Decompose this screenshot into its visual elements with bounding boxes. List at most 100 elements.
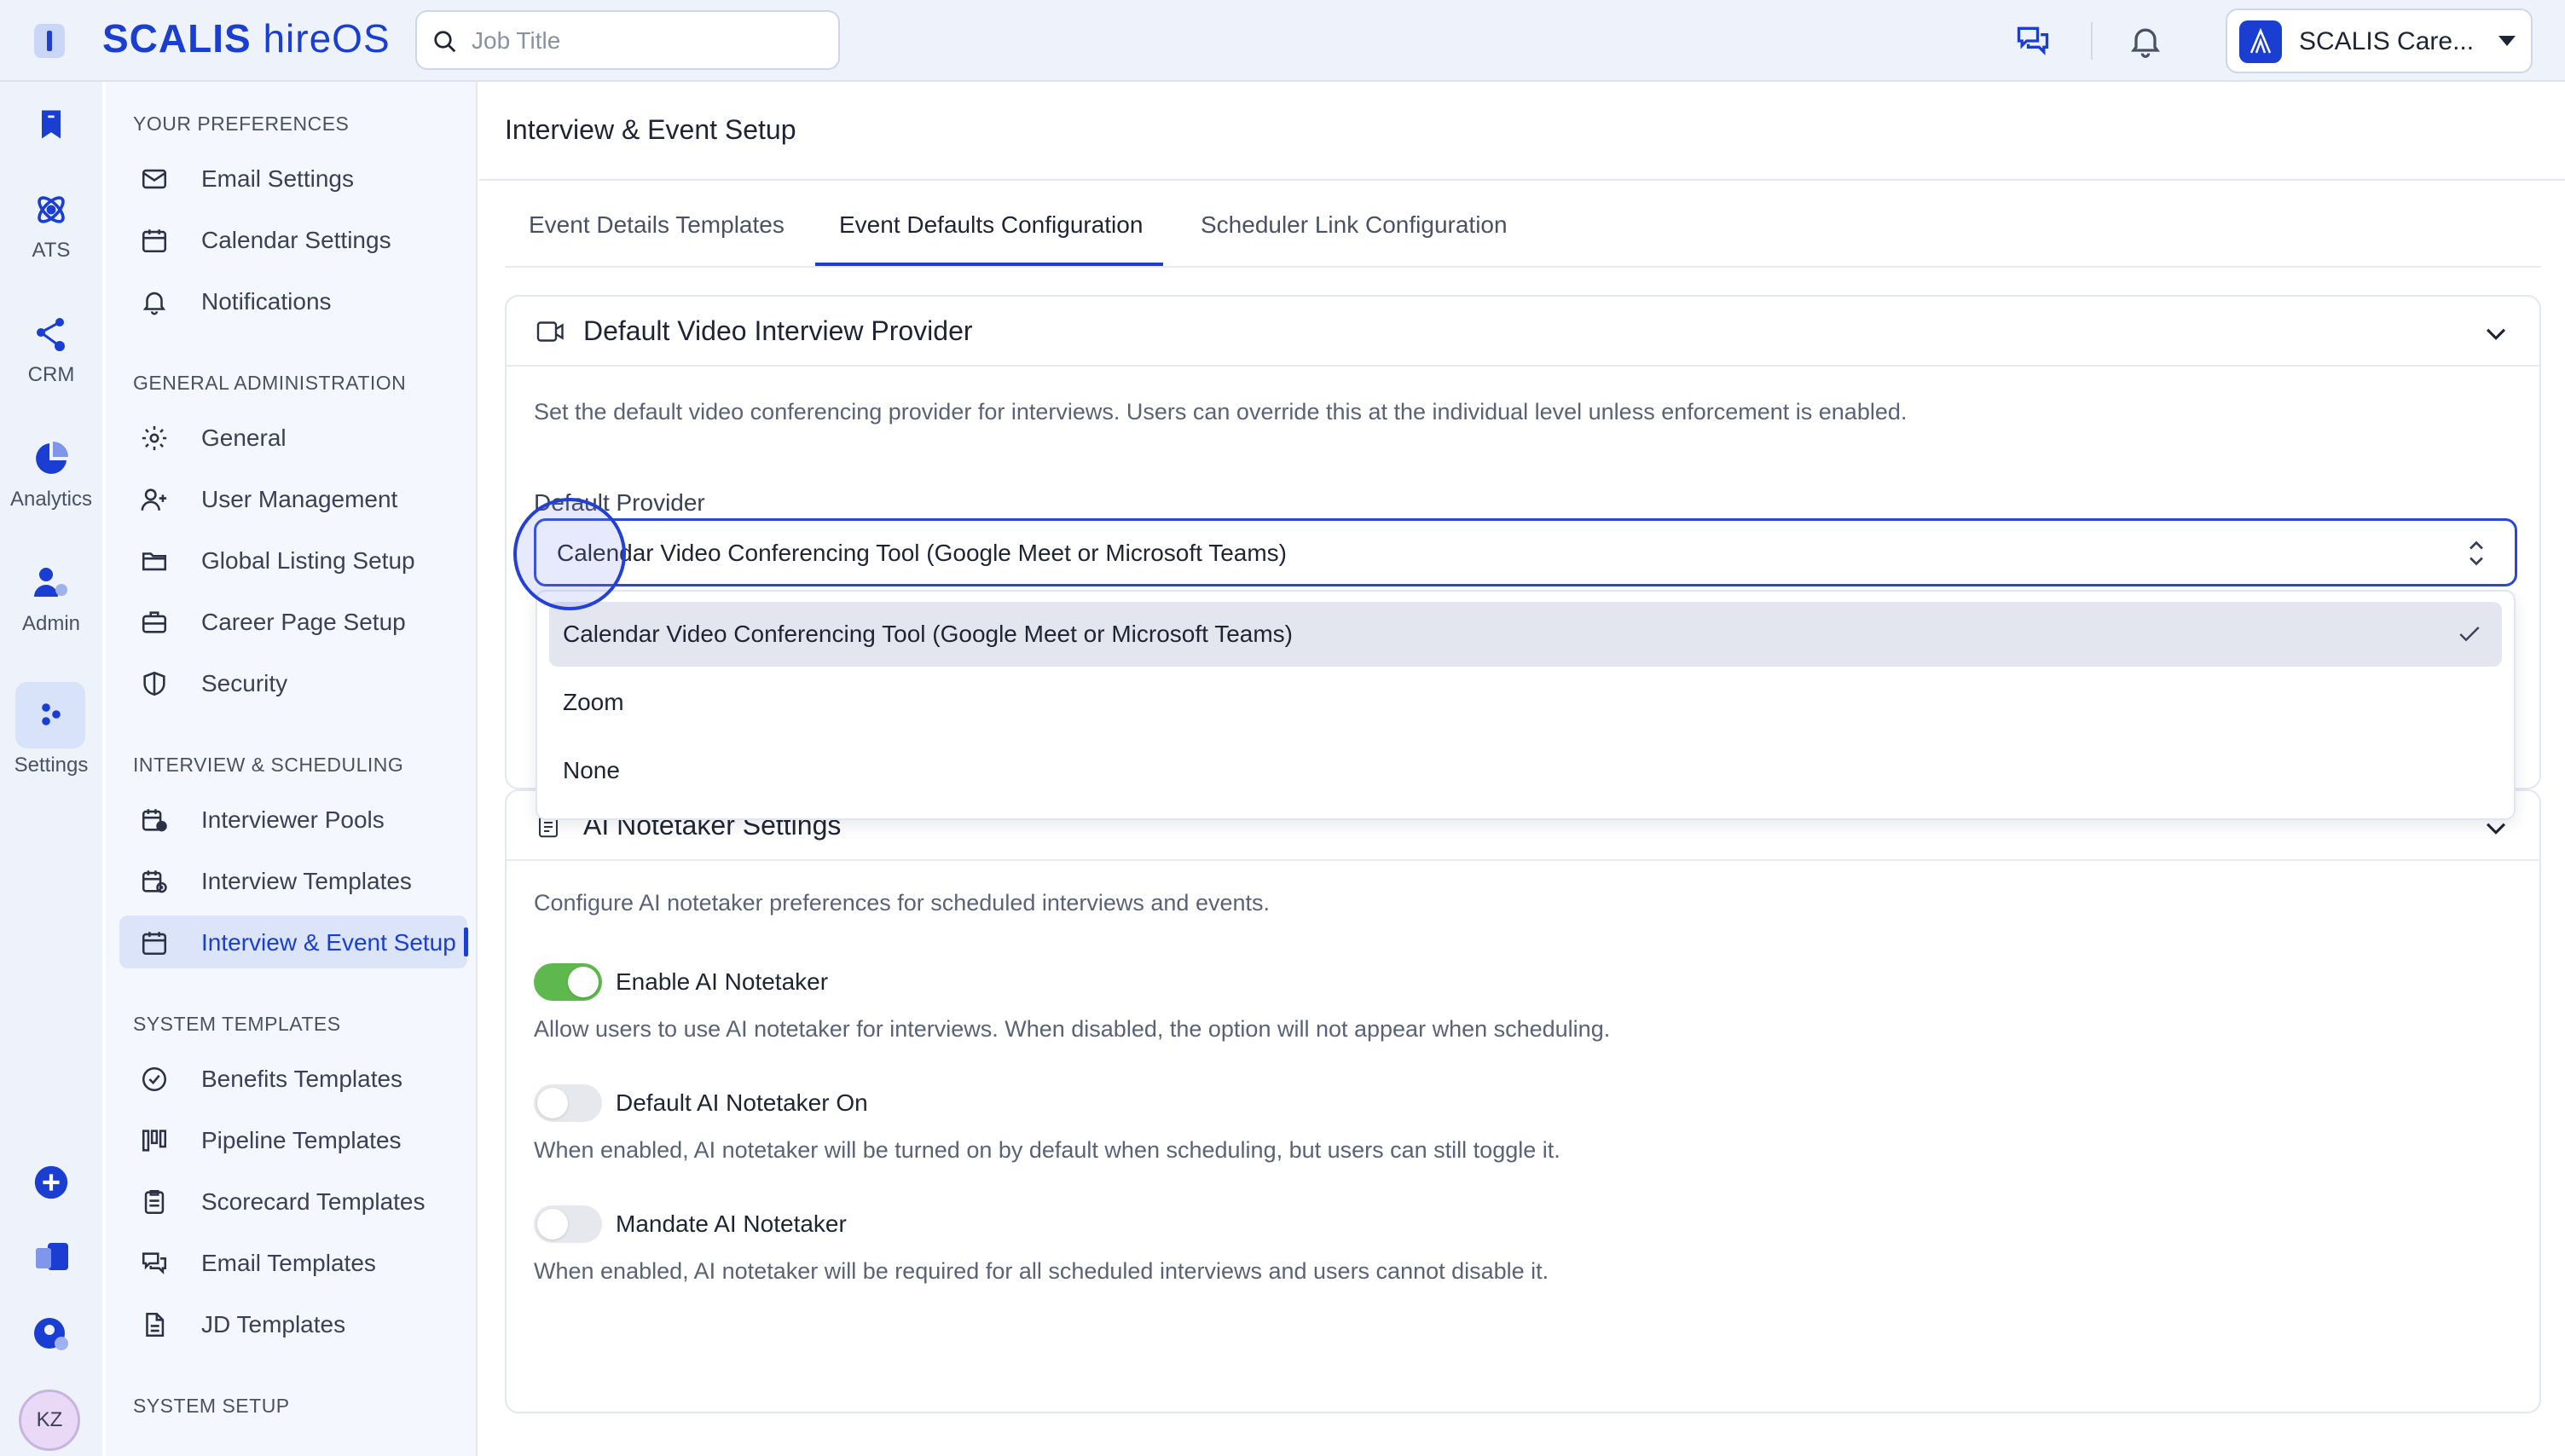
active-indicator xyxy=(464,927,468,956)
sidebar-toggle-icon[interactable] xyxy=(34,24,65,58)
rail-add[interactable] xyxy=(0,1163,102,1202)
rail-analytics[interactable]: Analytics xyxy=(0,438,102,511)
settings-sidebar: YOUR PREFERENCES Email Settings Calendar… xyxy=(106,82,478,1456)
sidebar-item-career-page-setup[interactable]: Career Page Setup xyxy=(119,595,467,648)
chevron-up-down-icon xyxy=(2469,540,2483,566)
provider-dropdown-menu: Calendar Video Conferencing Tool (Google… xyxy=(536,590,2516,820)
select-value: Calendar Video Conferencing Tool (Google… xyxy=(557,540,1287,566)
sidebar-item-interview-templates[interactable]: Interview Templates xyxy=(119,854,467,907)
default-ai-notetaker-toggle[interactable] xyxy=(534,1084,602,1122)
top-bar: SCALIS hireOS SCALIS Care... xyxy=(0,0,2565,82)
section-label: YOUR PREFERENCES xyxy=(133,113,350,135)
page-title: Interview & Event Setup xyxy=(505,114,796,145)
sidebar-item-email-templates[interactable]: Email Templates xyxy=(119,1236,467,1289)
org-switcher[interactable]: SCALIS Care... xyxy=(2226,9,2533,73)
book-icon xyxy=(36,1243,68,1270)
calendar-icon xyxy=(142,229,167,253)
clipboard-icon xyxy=(144,1189,165,1215)
default-provider-select[interactable]: Calendar Video Conferencing Tool (Google… xyxy=(534,518,2517,586)
sidebar-item-user-management[interactable]: User Management xyxy=(119,472,467,525)
mandate-ai-notetaker-toggle[interactable] xyxy=(534,1205,602,1243)
sidebar-item-scorecard-templates[interactable]: Scorecard Templates xyxy=(119,1175,467,1228)
sidebar-item-interviewer-pools[interactable]: Interviewer Pools xyxy=(119,793,467,846)
toggle-label: Enable AI Notetaker xyxy=(616,968,829,995)
enable-ai-notetaker-toggle[interactable] xyxy=(534,963,602,1001)
topbar-divider xyxy=(2091,22,2093,60)
dropdown-option-calendar-tool[interactable]: Calendar Video Conferencing Tool (Google… xyxy=(549,602,2502,667)
active-tab-indicator xyxy=(815,263,1163,266)
org-name: SCALIS Care... xyxy=(2299,27,2475,55)
user-avatar[interactable]: KZ xyxy=(19,1390,80,1451)
sidebar-item-email-settings[interactable]: Email Settings xyxy=(119,152,467,205)
chevron-down-icon[interactable] xyxy=(2481,319,2510,348)
sidebar-item-security[interactable]: Security xyxy=(119,656,467,709)
chat-bubbles-icon xyxy=(142,1252,167,1274)
sidebar-item-pipeline-templates[interactable]: Pipeline Templates xyxy=(119,1113,467,1166)
user-plus-icon xyxy=(141,488,167,511)
sidebar-item-global-listing-setup[interactable]: Global Listing Setup xyxy=(119,534,467,586)
toggle-label: Mandate AI Notetaker xyxy=(616,1210,847,1237)
rail-settings[interactable]: Settings xyxy=(0,694,102,777)
tab-event-defaults-configuration[interactable]: Event Defaults Configuration xyxy=(839,211,1143,239)
toggle-description: When enabled, AI notetaker will be turne… xyxy=(534,1137,1560,1163)
sidebar-item-notifications[interactable]: Notifications xyxy=(119,274,467,327)
sidebar-item-interview-event-setup[interactable]: Interview & Event Setup xyxy=(119,916,468,968)
tab-divider xyxy=(505,266,2541,268)
dropdown-option-none[interactable]: None xyxy=(549,738,2502,803)
admin-user-icon xyxy=(34,568,67,597)
pipeline-icon xyxy=(142,1130,167,1152)
card-description: Configure AI notetaker preferences for s… xyxy=(534,890,1270,916)
sidebar-item-calendar-settings[interactable]: Calendar Settings xyxy=(119,213,467,266)
tab-event-details-templates[interactable]: Event Details Templates xyxy=(529,211,785,239)
bell-icon[interactable] xyxy=(2127,22,2164,60)
briefcase-icon xyxy=(142,611,167,633)
calendar-icon xyxy=(142,932,167,956)
section-label: SYSTEM TEMPLATES xyxy=(133,1013,341,1035)
search-input[interactable] xyxy=(470,24,823,58)
gear-icon xyxy=(142,425,167,451)
shield-icon xyxy=(143,671,165,696)
document-icon xyxy=(146,1312,165,1338)
pie-chart-icon xyxy=(36,442,68,474)
video-camera-icon xyxy=(536,321,564,342)
card-title: Default Video Interview Provider xyxy=(583,315,973,346)
sidebar-item-general[interactable]: General xyxy=(119,411,467,464)
mail-icon xyxy=(142,169,167,189)
toggle-label: Default AI Notetaker On xyxy=(616,1089,868,1116)
folder-icon xyxy=(142,552,167,571)
tab-scheduler-link-configuration[interactable]: Scheduler Link Configuration xyxy=(1201,211,1508,239)
chevron-down-icon xyxy=(2498,36,2516,46)
rail-ats[interactable]: ATS xyxy=(0,189,102,263)
rail-bookmark[interactable] xyxy=(0,106,102,143)
rail-admin[interactable]: Admin xyxy=(0,563,102,636)
sidebar-item-benefits-templates[interactable]: Benefits Templates xyxy=(119,1052,467,1105)
toggle-description: When enabled, AI notetaker will be requi… xyxy=(534,1258,1549,1284)
app-rail: ATS CRM Analytics Admin Settings KZ xyxy=(0,82,102,1456)
title-divider xyxy=(479,179,2565,181)
rail-book[interactable] xyxy=(0,1238,102,1279)
brand-logo[interactable]: SCALIS hireOS xyxy=(102,15,391,61)
search-icon xyxy=(434,31,456,53)
section-label: SYSTEM SETUP xyxy=(133,1395,290,1417)
atom-icon xyxy=(38,196,65,223)
section-label: INTERVIEW & SCHEDULING xyxy=(133,754,404,776)
sidebar-item-jd-templates[interactable]: JD Templates xyxy=(119,1297,467,1350)
dropdown-option-zoom[interactable]: Zoom xyxy=(549,670,2502,735)
network-icon xyxy=(37,318,65,351)
calendar-clock-icon xyxy=(142,870,167,893)
cursor-focus-ring xyxy=(513,498,626,610)
org-logo-icon xyxy=(2239,20,2282,63)
support-user-icon xyxy=(34,1318,68,1350)
video-provider-card-header[interactable]: Default Video Interview Provider xyxy=(507,297,2539,367)
toggle-description: Allow users to use AI notetaker for inte… xyxy=(534,1016,1611,1042)
search-box[interactable] xyxy=(415,10,840,70)
plus-circle-icon xyxy=(34,1165,68,1199)
bell-icon xyxy=(142,292,166,315)
rail-crm[interactable]: CRM xyxy=(0,314,102,387)
section-label: GENERAL ADMINISTRATION xyxy=(133,372,407,394)
badge-check-icon xyxy=(142,1066,167,1092)
check-icon xyxy=(2459,627,2480,642)
card-description: Set the default video conferencing provi… xyxy=(534,399,1908,425)
rail-support[interactable] xyxy=(0,1314,102,1355)
messages-icon[interactable] xyxy=(2014,22,2052,60)
